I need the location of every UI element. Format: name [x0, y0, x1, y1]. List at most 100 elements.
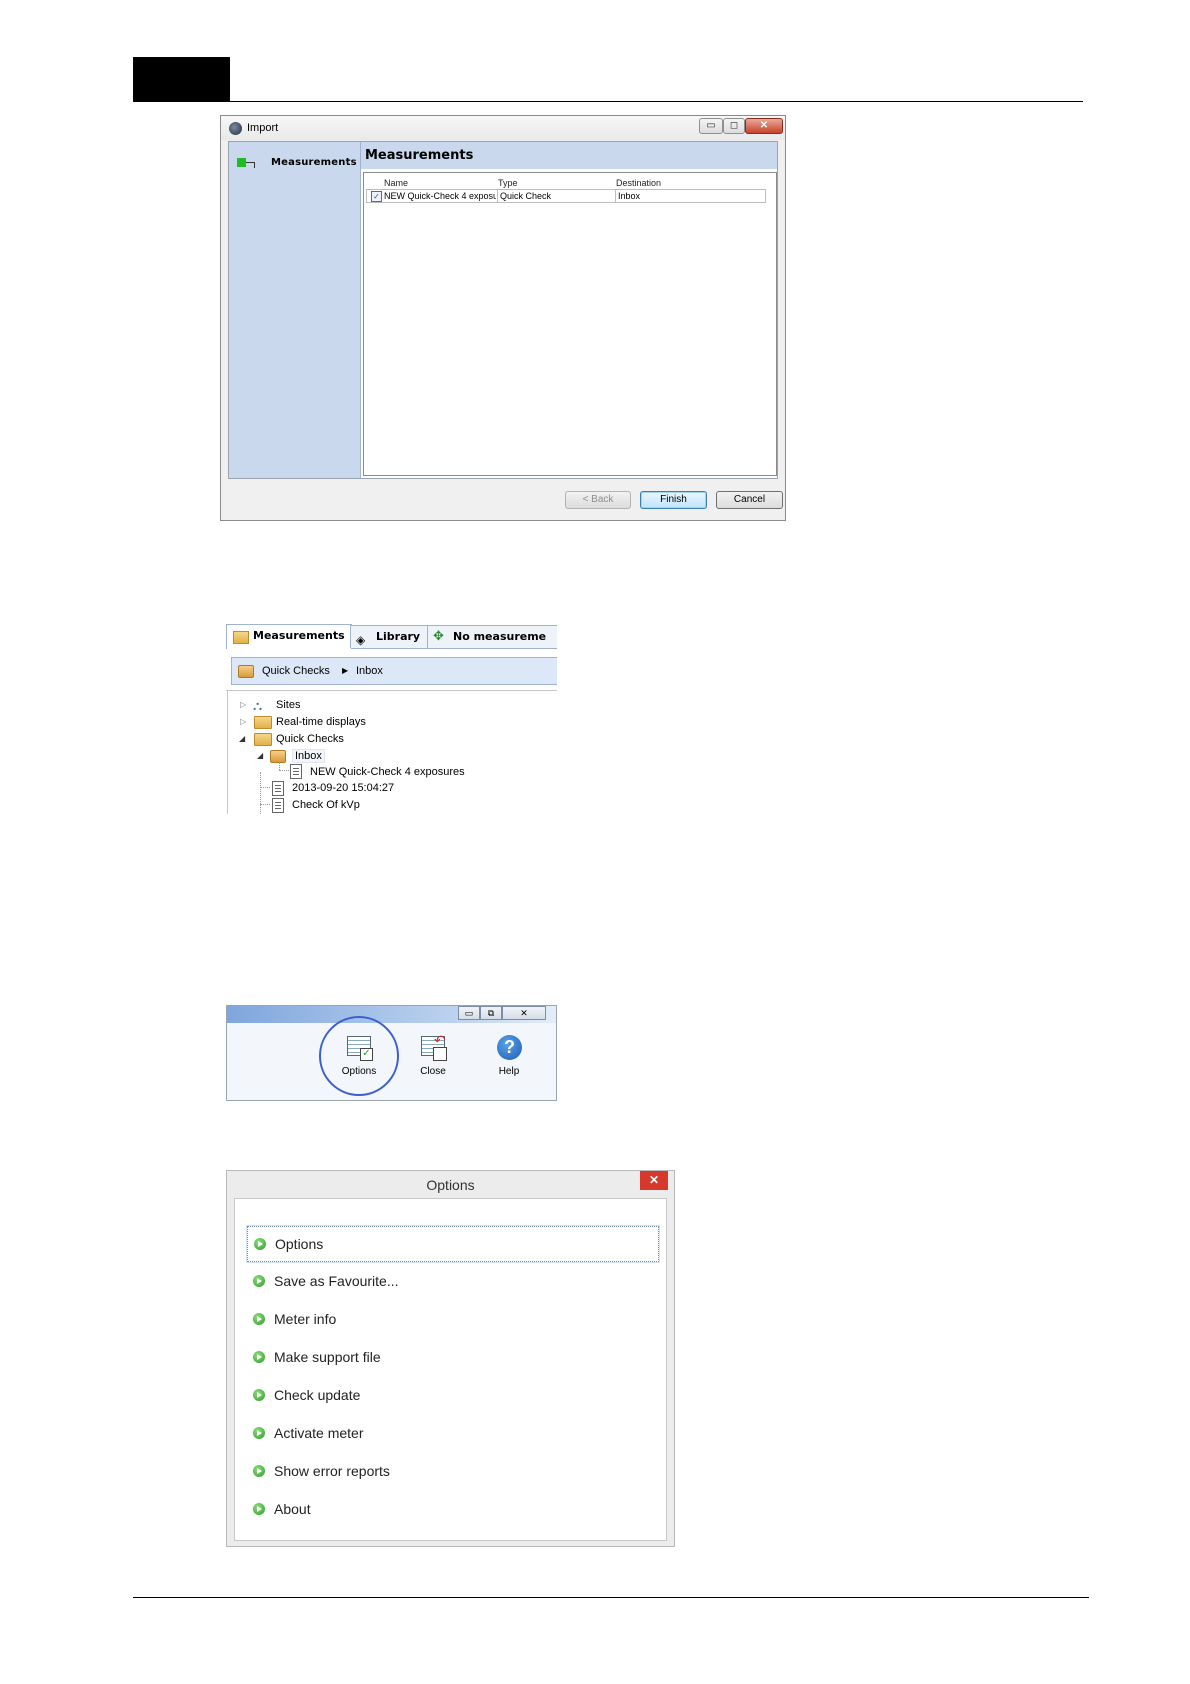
column-header-name[interactable]: Name [384, 178, 408, 188]
folder-icon [254, 716, 272, 729]
option-label: Save as Favourite... [274, 1273, 399, 1289]
app-icon [229, 122, 242, 135]
option-label: Activate meter [274, 1425, 364, 1441]
document-icon [272, 798, 284, 813]
tree-node-inbox[interactable]: Inbox [292, 749, 325, 763]
maximize-button[interactable]: ◻ [723, 118, 745, 134]
wizard-steps-panel: Measurements [229, 142, 361, 478]
row-name: NEW Quick-Check 4 exposures [384, 191, 496, 201]
tree-node-sites[interactable]: Sites [276, 699, 300, 711]
option-label: About [274, 1501, 311, 1517]
green-arrow-icon [253, 1427, 265, 1439]
footer-rule [133, 1597, 1089, 1598]
breadcrumb: Quick Checks ▶ Inbox [231, 657, 557, 685]
document-icon [290, 764, 302, 779]
tree-line [260, 804, 270, 805]
option-label: Make support file [274, 1349, 381, 1365]
measurements-tree-panel: Measurements ◈ Library ✥ No measureme Qu… [226, 624, 557, 814]
header-black-box [133, 57, 230, 102]
step-indicator-icon [237, 158, 246, 167]
green-arrow-icon [253, 1465, 265, 1477]
option-about[interactable]: About [247, 1492, 657, 1526]
collapse-icon[interactable]: ◢ [239, 734, 245, 743]
column-separator [615, 190, 616, 202]
expand-icon[interactable]: ▷ [240, 700, 246, 709]
close-button[interactable]: ✕ [745, 118, 783, 134]
inbox-icon [270, 750, 286, 763]
import-title: Import [247, 122, 279, 134]
minimize-button[interactable]: ▭ [458, 1006, 480, 1020]
back-button[interactable]: < Back [565, 491, 631, 509]
option-make-support-file[interactable]: Make support file [247, 1340, 657, 1374]
options-list: Options Save as Favourite... Meter info … [234, 1198, 667, 1541]
tab-label: No measureme [453, 630, 547, 643]
close-button[interactable]: ✕ [502, 1006, 546, 1020]
close-tool-button[interactable]: ↶ Close [405, 1032, 461, 1077]
tab-label: Library [376, 630, 421, 643]
close-button[interactable]: ✕ [640, 1171, 668, 1190]
tab-label: Measurements [253, 629, 345, 642]
option-save-as-favourite[interactable]: Save as Favourite... [247, 1264, 657, 1298]
option-activate-meter[interactable]: Activate meter [247, 1416, 657, 1450]
document-icon [272, 781, 284, 796]
expand-icon[interactable]: ▷ [240, 717, 246, 726]
divider [227, 690, 228, 814]
breadcrumb-quick-checks[interactable]: Quick Checks [262, 658, 330, 684]
options-dialog: Options ✕ Options Save as Favourite... M… [226, 1170, 675, 1547]
option-label: Meter info [274, 1311, 337, 1327]
collapse-icon[interactable]: ◢ [257, 751, 263, 760]
restore-button[interactable]: ⧉ [480, 1006, 502, 1020]
inbox-icon [238, 665, 254, 678]
tree-node-check-of-kvp[interactable]: Check Of kVp [292, 799, 360, 811]
option-label: Show error reports [274, 1463, 390, 1479]
tab-strip: Measurements ◈ Library ✥ No measureme [226, 624, 557, 649]
option-options[interactable]: Options [247, 1226, 659, 1262]
finish-button[interactable]: Finish [640, 491, 707, 509]
help-icon: ? [495, 1034, 523, 1062]
import-body: Measurements Measurements Name Type Dest… [228, 141, 778, 479]
green-arrow-icon [253, 1503, 265, 1515]
tree-node-dated-measurement[interactable]: 2013-09-20 15:04:27 [292, 782, 394, 794]
green-arrow-icon [253, 1389, 265, 1401]
arrows-icon: ✥ [433, 629, 444, 644]
tab-library[interactable]: ◈ Library [350, 625, 429, 648]
column-header-type[interactable]: Type [498, 178, 518, 188]
wizard-step-measurements: Measurements [271, 157, 357, 168]
tree-node-new-quick-check[interactable]: NEW Quick-Check 4 exposures [310, 766, 465, 778]
tree-line [279, 762, 280, 770]
sites-icon: ⛬ [253, 698, 263, 713]
option-label: Check update [274, 1387, 361, 1403]
tree-line [260, 772, 261, 814]
tree-line [260, 787, 270, 788]
green-arrow-icon [253, 1313, 265, 1325]
page-title: Measurements [365, 148, 474, 163]
ribbon-toolbar: ▭ ⧉ ✕ ✓ Options ↶ Close ? Help [226, 1005, 557, 1101]
wizard-footer: < Back Finish Cancel [228, 481, 783, 519]
minimize-button[interactable]: ▭ [699, 118, 723, 134]
table-row[interactable]: ✓ NEW Quick-Check 4 exposures Quick Chec… [366, 189, 766, 203]
tree-node-quick-checks[interactable]: Quick Checks [276, 733, 344, 745]
measurements-list: Name Type Destination ✓ NEW Quick-Check … [363, 172, 777, 476]
highlight-circle [319, 1016, 399, 1096]
cancel-button[interactable]: Cancel [716, 491, 783, 509]
help-button[interactable]: ? Help [481, 1034, 537, 1077]
tab-no-measurement[interactable]: ✥ No measureme [427, 625, 557, 648]
folder-icon [233, 631, 249, 644]
option-label: Options [275, 1236, 324, 1252]
breadcrumb-separator-icon: ▶ [342, 666, 349, 675]
column-header-destination[interactable]: Destination [616, 178, 661, 188]
row-checkbox[interactable]: ✓ [371, 191, 382, 202]
close-label: Close [420, 1066, 446, 1077]
column-separator [497, 190, 498, 202]
tree-node-realtime-displays[interactable]: Real-time displays [276, 716, 366, 728]
option-show-error-reports[interactable]: Show error reports [247, 1454, 657, 1488]
option-check-update[interactable]: Check update [247, 1378, 657, 1412]
step-connector-vertical [254, 162, 255, 168]
tree-line [279, 770, 289, 771]
tab-measurements[interactable]: Measurements [226, 624, 352, 649]
book-icon: ◈ [356, 633, 366, 647]
row-destination[interactable]: Inbox [618, 191, 758, 201]
option-meter-info[interactable]: Meter info [247, 1302, 657, 1336]
help-label: Help [498, 1066, 520, 1077]
breadcrumb-inbox[interactable]: Inbox [356, 658, 383, 684]
